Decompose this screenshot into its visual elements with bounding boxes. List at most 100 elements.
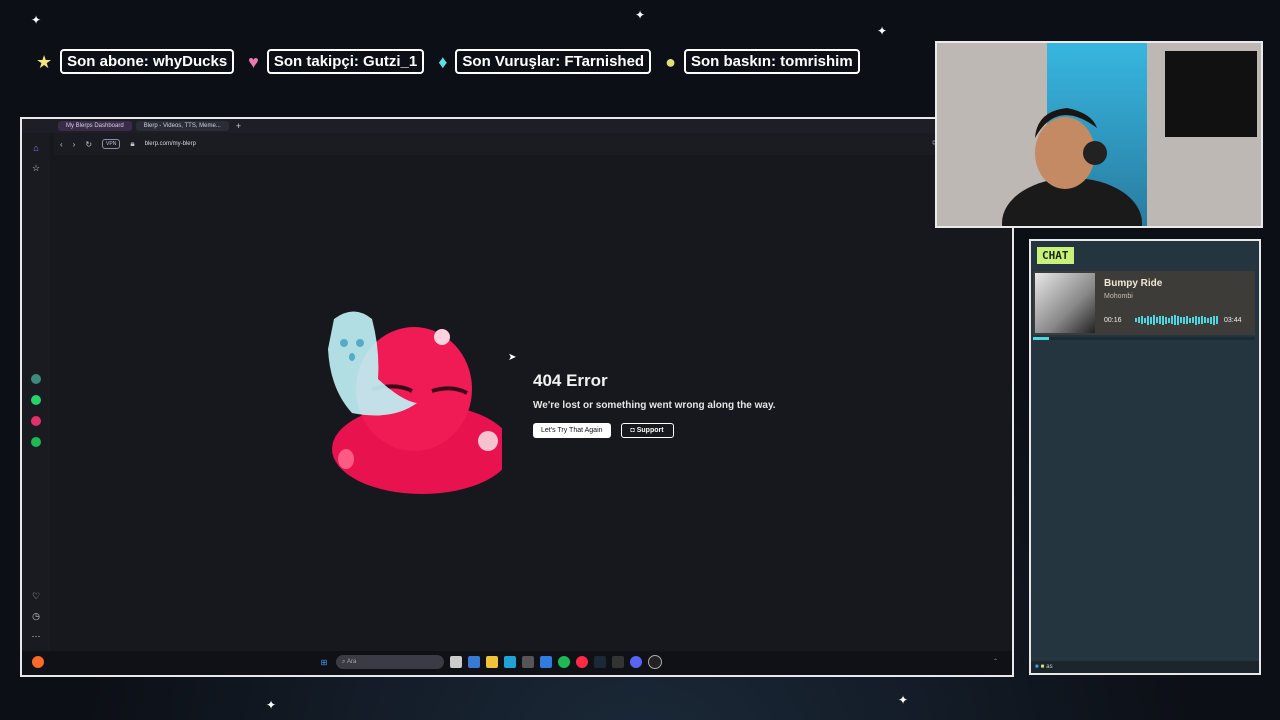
chat-label: CHAT <box>1037 247 1074 264</box>
browser-sidebar: ⌂ ☆ ♡ ◷ ⋯ <box>22 133 50 651</box>
song-progress-fill <box>1033 337 1049 340</box>
error-actions: Let's Try That Again ◘ Support <box>533 423 674 438</box>
waveform-bar <box>1159 316 1161 324</box>
waveform-bar <box>1216 316 1218 324</box>
waveform-bar <box>1147 315 1149 325</box>
reload-icon[interactable]: ↻ <box>85 140 92 149</box>
sparkle-icon: ✦ <box>266 698 277 712</box>
vpn-badge[interactable]: VPN <box>102 139 121 149</box>
waveform-bar <box>1198 316 1200 324</box>
spotify-icon[interactable] <box>558 656 570 668</box>
chatgpt-icon[interactable] <box>31 374 41 384</box>
support-button[interactable]: ◘ Support <box>620 423 674 438</box>
error-message: We're lost or something went wrong along… <box>533 400 776 411</box>
waveform-bar <box>1207 317 1209 323</box>
heart-icon[interactable]: ♡ <box>29 589 43 603</box>
discord-icon[interactable] <box>630 656 642 668</box>
waveform-bar <box>1135 318 1137 322</box>
stat-last-hits: ♦ Son Vuruşlar: FTarnished <box>438 49 652 74</box>
waveform-bar <box>1168 317 1170 323</box>
star-icon[interactable]: ☆ <box>29 161 43 175</box>
windows-start-icon[interactable]: ⊞ <box>318 656 330 668</box>
coin-icon: ● <box>665 51 676 72</box>
heart-icon: ♥ <box>248 51 259 72</box>
instagram-icon[interactable] <box>31 416 41 426</box>
edge-icon[interactable] <box>504 656 516 668</box>
ghost-blob-illustration <box>328 311 502 494</box>
waveform-bar <box>1204 317 1206 323</box>
tab-my-blerps-dashboard[interactable]: My Blerps Dashboard <box>58 121 132 131</box>
url-bar[interactable]: blerp.com/my-blerp <box>145 141 196 147</box>
badge-icon: ■ <box>1040 664 1045 670</box>
tab-blerp[interactable]: Blerp - Videos, TTS, Meme... <box>135 121 229 131</box>
windows-taskbar: ⊞ ⌕ Ara ⌃ <box>22 651 1012 675</box>
settings-icon[interactable] <box>522 656 534 668</box>
waveform-bar <box>1156 317 1158 323</box>
system-tray[interactable]: ⌃ <box>993 658 998 665</box>
chat-footer: ■ ■ as <box>1031 661 1259 673</box>
streamer-image <box>1002 108 1142 226</box>
mail-icon[interactable] <box>540 656 552 668</box>
waveform-bar <box>1177 315 1179 325</box>
search-placeholder: Ara <box>347 659 357 665</box>
opera-icon[interactable] <box>576 656 588 668</box>
stat-text: Son takipçi: Gutzi_1 <box>266 49 425 74</box>
star-icon: ★ <box>36 51 53 72</box>
waveform-bar <box>1174 315 1176 325</box>
history-icon[interactable]: ◷ <box>29 609 43 623</box>
lock-icon: 🔒︎ <box>130 139 135 148</box>
sparkle-icon: ✦ <box>877 24 888 38</box>
stat-last-follower: ♥ Son takipçi: Gutzi_1 <box>248 49 425 74</box>
song-artist: Mohombi <box>1104 293 1133 300</box>
stat-last-subscriber: ★ Son abone: whyDucks <box>36 49 235 74</box>
back-icon[interactable]: ‹ <box>60 140 63 149</box>
store-icon[interactable] <box>468 656 480 668</box>
webcam-tv <box>1165 51 1257 137</box>
waveform-bar <box>1153 315 1155 325</box>
steam-icon[interactable] <box>594 656 606 668</box>
obs-icon[interactable] <box>648 655 662 669</box>
waveform-bar <box>1141 316 1143 324</box>
forward-icon[interactable]: › <box>73 140 76 149</box>
waveform-bar <box>1192 317 1194 323</box>
diamond-icon: ♦ <box>438 51 448 72</box>
mouse-cursor-icon: ➤ <box>508 352 517 363</box>
stat-text: Son Vuruşlar: FTarnished <box>455 49 652 74</box>
waveform-bar <box>1150 316 1152 324</box>
song-progress-bar <box>1033 337 1255 340</box>
more-icon[interactable]: ⋯ <box>29 629 43 643</box>
folder-icon[interactable] <box>486 656 498 668</box>
waveform-bar <box>1213 315 1215 325</box>
chat-panel: CHAT Bumpy Ride Mohombi 00:16 03:44 ■ ■ … <box>1029 239 1261 675</box>
try-again-button[interactable]: Let's Try That Again <box>533 423 611 438</box>
now-playing-widget: Bumpy Ride Mohombi 00:16 03:44 <box>1033 271 1255 335</box>
whatsapp-icon[interactable] <box>31 395 41 405</box>
home-icon[interactable]: ⌂ <box>29 141 43 155</box>
waveform-bar <box>1189 317 1191 323</box>
spotify-icon[interactable] <box>31 437 41 447</box>
task-view-icon[interactable] <box>450 656 462 668</box>
waveform-bar <box>1183 316 1185 324</box>
chat-user: as <box>1046 664 1053 670</box>
waveform-bar <box>1144 317 1146 323</box>
error-title: 404 Error <box>533 371 608 390</box>
time-elapsed: 00:16 <box>1104 317 1122 324</box>
new-tab-button[interactable]: + <box>236 121 241 131</box>
sparkle-icon: ✦ <box>31 13 42 27</box>
taskbar-search[interactable]: ⌕ Ara <box>336 655 444 669</box>
browser-window: O My Blerps Dashboard Blerp - Videos, TT… <box>20 117 1014 677</box>
waveform-bar <box>1171 316 1173 324</box>
waveform-bar <box>1180 317 1182 323</box>
address-toolbar: ‹ › ↻ VPN 🔒︎ blerp.com/my-blerp ⧉ ◎ ◇ ◈ … <box>54 133 1012 155</box>
app-icon[interactable] <box>32 656 44 668</box>
audio-waveform <box>1135 315 1219 325</box>
sparkle-icon: ✦ <box>635 8 646 22</box>
waveform-bar <box>1138 317 1140 323</box>
tab-strip: My Blerps Dashboard Blerp - Videos, TTS,… <box>22 119 1012 133</box>
time-total: 03:44 <box>1224 317 1242 324</box>
stream-stats-bar: ★ Son abone: whyDucks ♥ Son takipçi: Gut… <box>36 49 860 74</box>
terminal-icon[interactable] <box>612 656 624 668</box>
song-title: Bumpy Ride <box>1104 278 1163 289</box>
webcam-feed <box>935 41 1263 228</box>
waveform-bar <box>1162 315 1164 325</box>
